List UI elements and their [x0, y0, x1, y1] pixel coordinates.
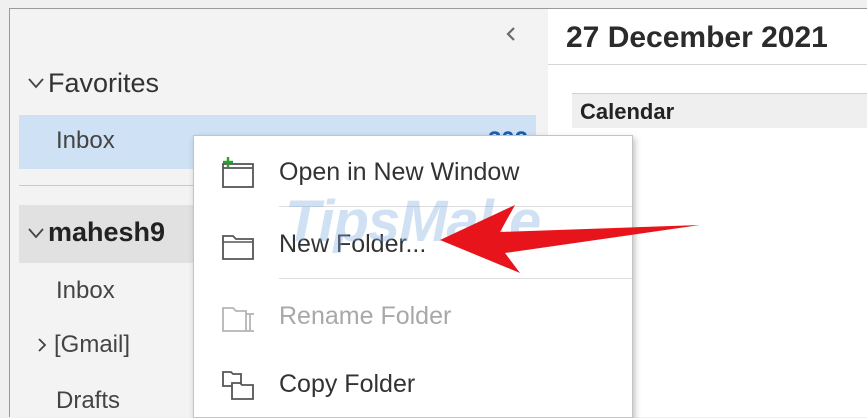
menu-item-open-new-window[interactable]: Open in New Window — [194, 142, 632, 202]
menu-item-copy-folder[interactable]: Copy Folder — [194, 354, 632, 414]
menu-item-rename-folder[interactable]: Rename Folder — [194, 286, 632, 346]
rename-folder-icon — [222, 307, 254, 332]
calendar-header-label: Calendar — [580, 99, 675, 124]
context-menu: Open in New Window New Folder... Rename … — [193, 135, 633, 418]
folder-drafts[interactable]: Drafts — [56, 387, 120, 415]
menu-separator — [279, 278, 632, 279]
calendar-header: Calendar — [572, 93, 867, 128]
folder-gmail[interactable]: [Gmail] — [32, 331, 130, 359]
chevron-left-icon — [506, 27, 515, 41]
favorites-label: Favorites — [48, 67, 160, 98]
new-folder-icon — [222, 235, 254, 260]
favorites-header[interactable]: Favorites — [26, 63, 159, 103]
calendar-date: 27 December 2021 — [566, 21, 828, 54]
chevron-right-icon[interactable] — [32, 335, 54, 355]
menu-item-new-folder[interactable]: New Folder... — [194, 214, 632, 274]
account-label: mahesh9 — [48, 217, 166, 247]
divider — [548, 64, 867, 65]
chevron-down-icon — [26, 73, 48, 93]
menu-item-label: Copy Folder — [279, 370, 416, 398]
favorites-inbox-label: Inbox — [56, 127, 115, 154]
open-new-window-icon — [222, 157, 254, 188]
folder-inbox[interactable]: Inbox — [56, 277, 115, 305]
folder-gmail-label: [Gmail] — [54, 331, 131, 358]
menu-item-label: Open in New Window — [279, 158, 520, 186]
chevron-down-icon — [26, 223, 48, 243]
menu-item-label: New Folder... — [279, 230, 427, 258]
collapse-pane-button[interactable] — [501, 23, 523, 45]
menu-separator — [279, 206, 632, 207]
copy-folder-icon — [222, 371, 254, 400]
menu-item-label: Rename Folder — [279, 302, 452, 330]
